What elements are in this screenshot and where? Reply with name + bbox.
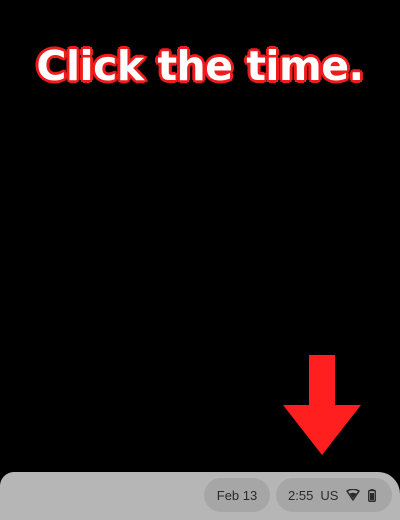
time-label[interactable]: 2:55 xyxy=(288,488,313,503)
desktop-screen: Click the time. Feb 13 2:55 US xyxy=(0,0,400,520)
down-arrow-icon xyxy=(283,355,361,455)
instruction-text: Click the time. xyxy=(35,41,366,92)
date-label: Feb 13 xyxy=(216,487,258,503)
status-tray-button[interactable]: 2:55 US xyxy=(276,478,392,512)
input-method-label: US xyxy=(320,487,339,503)
battery-icon xyxy=(368,488,377,502)
wifi-icon xyxy=(346,489,361,501)
date-button[interactable]: Feb 13 xyxy=(204,478,270,512)
